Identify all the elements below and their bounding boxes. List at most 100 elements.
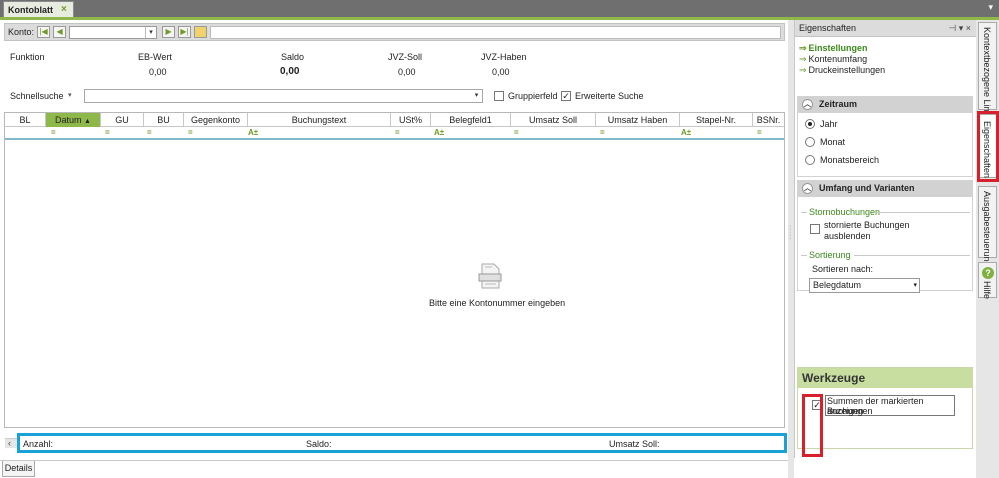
highlight-box xyxy=(977,111,999,182)
section-title: Umfang und Varianten xyxy=(819,183,915,193)
chevron-down-icon[interactable]: ▾ xyxy=(145,26,156,38)
sortieren-value: Belegdatum xyxy=(813,280,862,290)
storno-group-title: Stornobuchungen xyxy=(809,207,881,217)
quick-search-row: Schnellsuche ▾ ▾ Gruppierfeld ✓ Erweiter… xyxy=(0,88,788,104)
column-header-datum[interactable]: Datum ▲ xyxy=(46,113,101,127)
column-header-umsatz-soll[interactable]: Umsatz Soll xyxy=(511,113,596,127)
prev-record-button[interactable]: ◀ xyxy=(53,26,67,38)
filter-equals-icon[interactable]: = xyxy=(51,128,56,138)
umfang-section: Stornobuchungen stornierte Buchungen aus… xyxy=(797,197,973,291)
radio-monat-label: Monat xyxy=(820,137,846,147)
sortieren-select[interactable]: Belegdatum ▾ xyxy=(809,278,920,293)
filter-equals-icon[interactable]: = xyxy=(105,128,110,138)
column-header-ust[interactable]: USt% xyxy=(391,113,431,127)
storno-checkbox[interactable] xyxy=(810,224,820,234)
filter-text-icon[interactable]: A± xyxy=(434,128,444,138)
werkzeuge-title: Werkzeuge xyxy=(798,368,972,388)
zeitraum-section: Jahr Monat Monatsbereich xyxy=(797,113,973,177)
bookings-grid: BL Datum ▲ GU BU Gegenkonto Buchungstext… xyxy=(4,112,785,448)
pin-icon[interactable]: ⊣ xyxy=(948,23,956,33)
splitter-grip[interactable]: · · · · · xyxy=(789,223,791,242)
column-header-gegenkonto[interactable]: Gegenkonto xyxy=(184,113,248,127)
column-header-stapel-nr[interactable]: Stapel-Nr. xyxy=(680,113,753,127)
column-header-bl[interactable]: BL xyxy=(5,113,46,127)
selection-summary-bar: Anzahl: Saldo: Umsatz Soll: xyxy=(17,433,787,453)
column-header-buchungstext[interactable]: Buchungstext xyxy=(248,113,391,127)
search-input[interactable]: ▾ xyxy=(84,89,483,103)
umfang-section-header[interactable]: ︿ Umfang und Varianten xyxy=(797,180,973,197)
anzahl-label: Anzahl: xyxy=(23,439,54,449)
arrow-right-icon: ⇒ xyxy=(799,65,807,75)
erweiterte-suche-checkbox[interactable]: ✓ xyxy=(561,91,571,101)
document-icon xyxy=(478,263,502,289)
zeitraum-section-header[interactable]: ︿ Zeitraum xyxy=(797,96,973,113)
gruppierfeld-label: Gruppierfeld xyxy=(508,91,558,101)
filter-text-icon[interactable]: A± xyxy=(248,128,258,138)
tab-label: Hilfe xyxy=(982,281,992,300)
last-record-button[interactable]: ▶| xyxy=(178,26,192,38)
link-kontenumfang[interactable]: ⇒ Kontenumfang xyxy=(799,54,867,65)
column-header-gu[interactable]: GU xyxy=(101,113,144,127)
chevron-down-icon[interactable]: ▾ xyxy=(988,2,993,13)
column-header-belegfeld1[interactable]: Belegfeld1 xyxy=(431,113,511,127)
jvz-soll-label: JVZ-Soll xyxy=(388,52,423,62)
gruppierfeld-checkbox[interactable] xyxy=(494,91,504,101)
close-icon[interactable]: × xyxy=(966,23,971,33)
tab-ausgabesteuerung[interactable]: Ausgabesteuerung xyxy=(978,186,997,267)
link-label: Kontenumfang xyxy=(808,54,868,64)
tab-kontoblatt[interactable]: Kontoblatt × xyxy=(3,1,74,17)
filter-equals-icon[interactable]: = xyxy=(147,128,152,138)
note-icon[interactable] xyxy=(194,26,208,38)
sortieren-label: Sortieren nach: xyxy=(812,264,874,274)
arrow-right-icon: ⇒ xyxy=(799,54,807,64)
tab-hilfe[interactable]: ? Hilfe xyxy=(978,262,997,300)
next-record-button[interactable]: ▶ xyxy=(162,26,176,38)
column-header-bsnr[interactable]: BSNr. xyxy=(753,113,784,127)
tab-label: Kontextbezogene Links xyxy=(982,27,992,121)
saldo-value: 0,00 xyxy=(280,66,300,77)
column-header-label: Datum xyxy=(55,115,82,125)
schnellsuche-label: Schnellsuche xyxy=(10,91,64,101)
saldo-label: Saldo xyxy=(281,52,305,62)
eb-wert-label: EB-Wert xyxy=(138,52,172,62)
panel-controls: ⊣ ▾ × xyxy=(948,20,971,37)
radio-jahr-label: Jahr xyxy=(820,119,838,129)
jvz-soll-value: 0,00 xyxy=(398,67,416,77)
column-header-bu[interactable]: BU xyxy=(144,113,184,127)
tab-details[interactable]: Details xyxy=(2,461,35,477)
tab-kontextbezogene-links[interactable]: Kontextbezogene Links xyxy=(978,22,997,121)
filter-text-icon[interactable]: A± xyxy=(681,128,691,138)
link-druckeinstellungen[interactable]: ⇒ Druckeinstellungen xyxy=(799,65,885,76)
close-icon[interactable]: × xyxy=(61,4,67,15)
highlight-box xyxy=(802,394,823,457)
chevron-down-icon[interactable]: ▾ xyxy=(913,279,917,292)
filter-equals-icon[interactable]: = xyxy=(395,128,400,138)
summen-label-box: Summen der markierten Buchungen anzeigen xyxy=(825,395,955,416)
chevron-down-icon[interactable]: ▾ xyxy=(471,90,482,102)
first-record-button[interactable]: |◀ xyxy=(37,26,51,38)
konto-select[interactable]: ▾ xyxy=(69,25,158,39)
account-summary: Funktion EB-Wert 0,00 Saldo 0,00 JVZ-Sol… xyxy=(0,49,560,79)
chevron-up-icon[interactable]: ︿ xyxy=(802,183,813,194)
chevron-up-icon[interactable]: ︿ xyxy=(802,99,813,110)
filter-equals-icon[interactable]: = xyxy=(757,128,762,138)
help-icon: ? xyxy=(982,267,994,279)
divider xyxy=(876,212,970,213)
jvz-haben-label: JVZ-Haben xyxy=(481,52,527,62)
filter-equals-icon[interactable]: = xyxy=(514,128,519,138)
radio-monatsbereich[interactable] xyxy=(805,155,815,165)
radio-monat[interactable] xyxy=(805,137,815,147)
storno-label-line2: ausblenden xyxy=(824,231,871,241)
umsatz-soll-label: Umsatz Soll: xyxy=(609,439,660,449)
grid-filter-row: = = = = A± = A± = = A± = xyxy=(5,127,784,140)
side-tab-strip: Kontextbezogene Links Eigenschaften Ausg… xyxy=(976,20,999,478)
scroll-left-icon[interactable]: ‹ xyxy=(8,438,11,448)
chevron-down-icon[interactable]: ▾ xyxy=(68,91,72,99)
chevron-down-icon[interactable]: ▾ xyxy=(959,23,964,33)
radio-jahr[interactable] xyxy=(805,119,815,129)
filter-equals-icon[interactable]: = xyxy=(188,128,193,138)
filter-equals-icon[interactable]: = xyxy=(600,128,605,138)
radio-monatsbereich-label: Monatsbereich xyxy=(820,155,880,165)
link-einstellungen[interactable]: ⇒ Einstellungen xyxy=(799,43,868,54)
column-header-umsatz-haben[interactable]: Umsatz Haben xyxy=(596,113,680,127)
